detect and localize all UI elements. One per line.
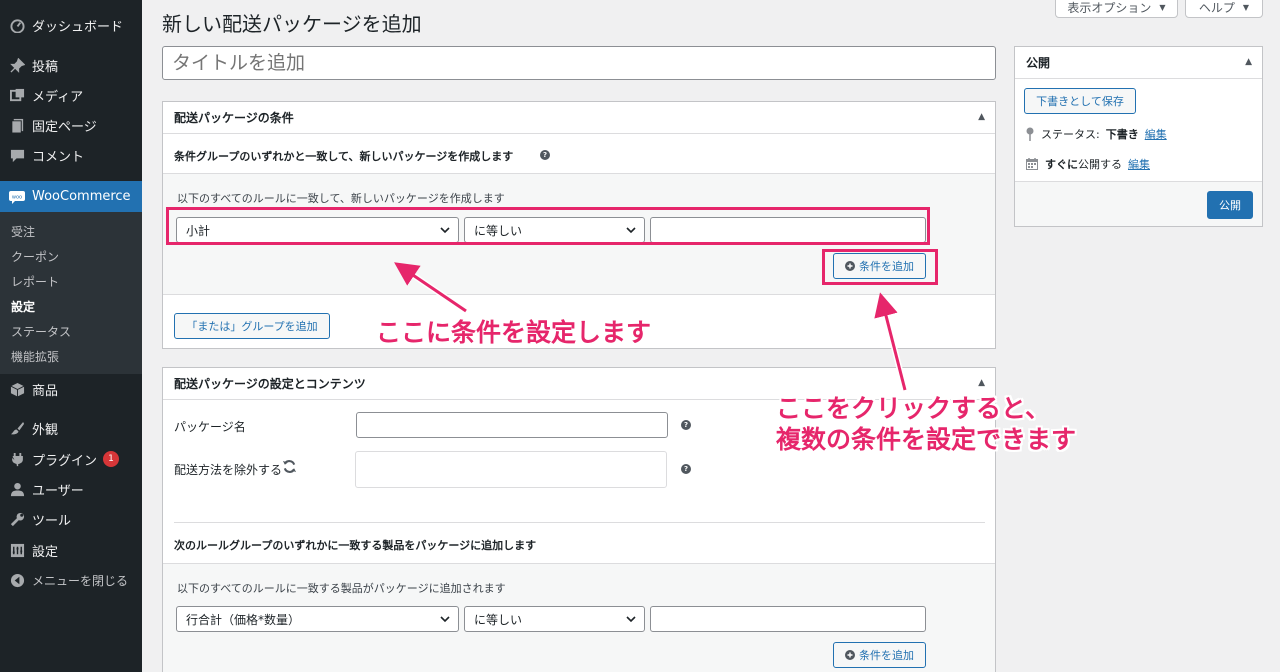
annotation-multiple-conditions: ここをクリックすると、 複数の条件を設定できます: [776, 394, 1077, 454]
annotation-set-conditions: ここに条件を設定します: [376, 318, 652, 347]
arrow-to-add-condition: [874, 292, 907, 391]
arrow-to-conditions: [394, 262, 467, 313]
